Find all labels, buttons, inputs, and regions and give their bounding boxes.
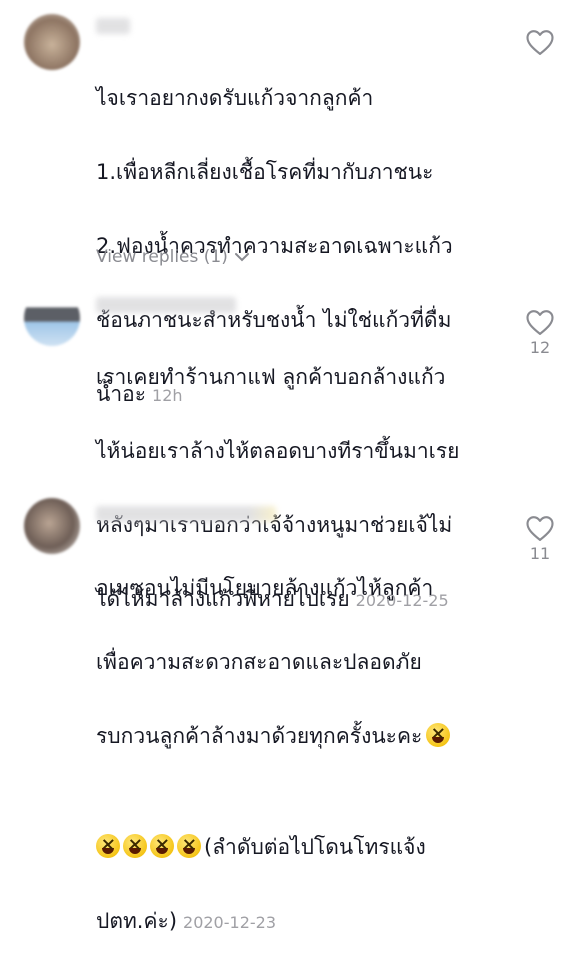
username-blurred[interactable] (96, 506, 276, 522)
laughing-emoji-icon (426, 723, 451, 747)
comment-line: ไจเราอยากงดรับแก้วจากลูกค้า (96, 86, 374, 110)
view-replies-button[interactable]: View replies (1) (96, 247, 250, 267)
like-count: 11 (529, 544, 551, 563)
avatar[interactable] (24, 290, 80, 346)
view-replies-label: View replies (1) (96, 247, 228, 267)
laughing-emoji-icon (96, 834, 120, 858)
comment-line: 1.เพื่อหลีกเลี่ยงเชื้อโรคที่มากับภาชนะ (96, 160, 434, 184)
comment-text: อเมซอนไม่มีนโยบายล้างแก้วไห้ลูกค้า เพื่อ… (96, 533, 516, 978)
comment-line: เพื่อความสะดวกสะอาดและปลอดภัย (96, 650, 422, 674)
comment-line: เราเคยทำร้านกาแฟ ลูกค้าบอกล้างแก้ว (96, 365, 446, 389)
timestamp: 2020-12-23 (183, 913, 276, 932)
comment-line: ไห้น่อยเราล้างไห้ตลอดบางทีราขึ้นมาเรย (96, 439, 460, 463)
like-button[interactable] (520, 28, 560, 56)
heart-icon (526, 516, 554, 541)
laughing-emoji-icon (177, 834, 201, 858)
username-blurred[interactable] (96, 297, 236, 313)
heart-icon (526, 310, 554, 335)
comment-line: ปตท.ค่ะ) (96, 909, 178, 933)
comment-line: รบกวนลูกค้าล้างมาด้วยทุกครั้งนะคะ (96, 724, 423, 748)
laughing-emoji-icon (150, 834, 174, 858)
heart-icon (526, 30, 554, 55)
laughing-emoji-icon (123, 834, 147, 858)
username-blurred[interactable] (96, 18, 130, 34)
comment-line: อเมซอนไม่มีนโยบายล้างแก้วไห้ลูกค้า (96, 576, 434, 600)
chevron-down-icon (234, 253, 249, 262)
like-count: 12 (529, 338, 551, 357)
comment-line: (ลำดับต่อไปโดนโทรแจ้ง (204, 835, 426, 859)
avatar[interactable] (24, 14, 80, 70)
like-button[interactable]: 11 (520, 514, 560, 563)
like-button[interactable]: 12 (520, 308, 560, 357)
avatar[interactable] (24, 498, 80, 554)
